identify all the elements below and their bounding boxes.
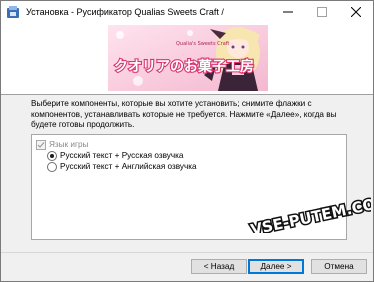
title-bar[interactable]: Установка - Русификатор Qualias Sweets C… <box>1 1 373 23</box>
header-banner: クオリアのお菓子工房 Qualia's Sweets Craft <box>1 23 373 95</box>
maximize-icon <box>317 7 327 17</box>
window-title: Установка - Русификатор Qualias Sweets C… <box>26 7 224 17</box>
game-logo-subtitle: Qualia's Sweets Craft <box>176 41 229 47</box>
option-radio-selected[interactable] <box>47 150 57 161</box>
component-option[interactable]: Русский текст + Русская озвучка <box>47 150 183 161</box>
next-button[interactable]: Далее > <box>248 259 304 274</box>
component-group-label: Язык игры <box>49 140 89 149</box>
checkbox-check-icon <box>37 141 45 148</box>
watermark-text: VSE-PUTEM.COM <box>249 193 371 233</box>
close-button[interactable] <box>339 1 373 23</box>
component-option-label: Русский текст + Английская озвучка <box>60 162 197 171</box>
game-logo-image: クオリアのお菓子工房 Qualia's Sweets Craft <box>108 25 268 91</box>
close-icon <box>351 7 361 17</box>
option-radio[interactable] <box>47 161 57 172</box>
game-logo-title: クオリアのお菓子工房 <box>114 58 254 75</box>
back-button[interactable]: < Назад <box>191 259 247 274</box>
installer-app-icon <box>7 6 19 18</box>
installer-window: Установка - Русификатор Qualias Sweets C… <box>0 0 374 282</box>
maximize-button[interactable] <box>305 1 339 23</box>
site-watermark: VSE-PUTEM.COM <box>248 193 371 233</box>
component-group-checkbox[interactable] <box>36 139 46 150</box>
minimize-icon <box>283 11 293 13</box>
component-group-game-language[interactable]: Язык игры <box>36 139 88 150</box>
instructions-text: Выберите компоненты, которые вы хотите у… <box>31 99 337 129</box>
footer-divider <box>1 252 373 253</box>
cancel-button[interactable]: Отмена <box>311 259 367 274</box>
component-option[interactable]: Русский текст + Английская озвучка <box>47 161 197 172</box>
component-option-label: Русский текст + Русская озвучка <box>60 151 184 160</box>
minimize-button[interactable] <box>271 1 305 23</box>
